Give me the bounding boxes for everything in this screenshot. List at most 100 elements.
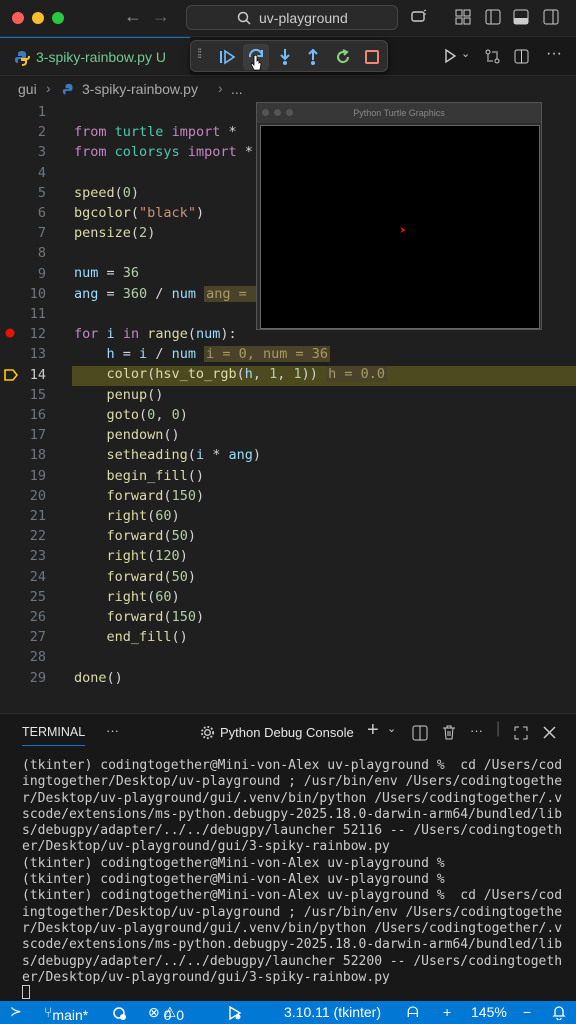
chevron-down-icon[interactable]: ⌄ (461, 47, 470, 60)
code-line-9: num = 36 (74, 265, 140, 281)
turtle-window-title: Python Turtle Graphics (353, 108, 445, 118)
drag-handle-icon[interactable]: ⁞⁞ (197, 46, 202, 61)
panel-tab-bar: TERMINAL ··· Python Debug Console + ⌄ ··… (0, 714, 576, 750)
continue-icon[interactable] (217, 47, 237, 67)
tab-filename: 3-spiky-rainbow.py (36, 49, 152, 65)
terminal-line: (tkinter) codingtogether@Mini-von-Alex u… (22, 888, 563, 904)
chevron-right-icon: › (46, 80, 51, 96)
zoom-out-button[interactable]: − (523, 1004, 531, 1020)
code-line-29: done() (74, 670, 123, 686)
code-line-19: begin_fill() (106, 468, 205, 484)
line-number: 17 (29, 427, 46, 444)
line-number: 8 (37, 245, 46, 262)
close-icon[interactable] (542, 725, 557, 740)
code-line-2: from turtle import * (74, 124, 237, 140)
split-editor-icon[interactable] (513, 48, 530, 65)
breadcrumb-folder[interactable]: gui (18, 81, 37, 97)
branch-name: main* (52, 1007, 89, 1023)
terminal-line: er/Desktop/uv-playground/gui/3-spiky-rai… (22, 839, 390, 855)
line-number: 18 (29, 447, 46, 464)
code-line-26: forward(150) (106, 609, 205, 625)
code-line-12: for i in range(num): (74, 326, 237, 342)
search-text: uv-playground (259, 10, 348, 26)
close-window-button[interactable] (12, 12, 24, 24)
chevron-down-icon[interactable]: ⌄ (387, 722, 396, 735)
back-arrow-icon[interactable]: ← (124, 6, 142, 27)
chevron-right-icon: › (218, 80, 223, 96)
breadcrumb-file[interactable]: 3-spiky-rainbow.py (82, 81, 198, 97)
command-center-search[interactable]: uv-playground (186, 5, 398, 30)
problems-status[interactable]: ⊗ 0 ⚠ 0 (148, 1004, 184, 1023)
minimize-window-button[interactable] (32, 12, 44, 24)
line-number: 9 (37, 265, 46, 282)
compare-icon[interactable] (484, 48, 501, 65)
line-number: 27 (29, 629, 46, 646)
remote-icon[interactable]: ≻ (10, 1003, 22, 1020)
code-line-6: bgcolor("black") (74, 205, 205, 221)
split-terminal-icon[interactable] (412, 725, 428, 741)
turtle-cursor-icon (400, 227, 406, 233)
code-line-16: goto(0, 0) (106, 407, 188, 423)
trash-icon[interactable] (441, 724, 457, 740)
copilot-status-icon[interactable]: ᗩ (407, 1004, 419, 1021)
code-line-21: right(60) (106, 508, 180, 524)
sidebar-left-icon[interactable] (484, 8, 502, 26)
code-line-20: forward(150) (106, 488, 205, 504)
code-line-23: right(120) (106, 548, 188, 564)
turtle-canvas[interactable] (260, 125, 540, 329)
line-number: 4 (37, 164, 46, 181)
terminal-line: (tkinter) codingtogether@Mini-von-Alex u… (22, 855, 445, 871)
code-line-7: pensize(2) (74, 225, 156, 241)
line-number: 15 (29, 386, 46, 403)
terminal-line: r/Desktop/uv-playground/gui/.venv/bin/py… (22, 790, 563, 806)
zoom-window-button[interactable] (52, 12, 64, 24)
branch-status[interactable]: ⑂ main* (44, 1004, 88, 1023)
terminal-output[interactable]: (tkinter) codingtogether@Mini-von-Alex u… (22, 758, 562, 986)
line-number: 6 (37, 205, 46, 221)
zoom-in-button[interactable]: + (443, 1004, 451, 1020)
layout-icon[interactable] (454, 8, 472, 26)
inline-value-i-num: i = 0, num = 36 (204, 346, 331, 362)
bell-icon[interactable] (552, 1005, 566, 1020)
turtle-graphics-window[interactable]: Python Turtle Graphics (256, 102, 542, 330)
terminal-selector[interactable]: Python Debug Console (220, 725, 354, 740)
more-icon[interactable]: ··· (470, 723, 483, 738)
line-number: 7 (37, 225, 46, 242)
run-icon[interactable] (442, 48, 458, 64)
warning-count: 0 (176, 1007, 184, 1023)
panel-bottom-icon[interactable] (512, 8, 530, 26)
maximize-icon[interactable] (513, 725, 529, 741)
restart-icon[interactable] (333, 47, 353, 67)
code-line-22: forward(50) (106, 528, 196, 544)
terminal-line: scode/extensions/ms-python.debugpy-2025.… (22, 937, 563, 953)
zoom-level[interactable]: 145% (471, 1004, 507, 1020)
debug-icon[interactable] (227, 1005, 243, 1021)
tab-3-spiky-rainbow[interactable]: 3-spiky-rainbow.py U (0, 37, 190, 75)
forward-arrow-icon[interactable]: → (152, 6, 170, 27)
terminal-line: ingtogether/Desktop/uv-playground ; /usr… (22, 904, 563, 920)
terminal-line: er/Desktop/uv-playground/gui/3-spiky-rai… (22, 969, 390, 985)
tab-terminal[interactable]: TERMINAL (22, 725, 86, 746)
sync-icon[interactable] (111, 1005, 127, 1021)
code-line-17: pendown() (106, 427, 180, 443)
copilot-icon[interactable] (410, 8, 428, 26)
line-number: 22 (29, 528, 46, 545)
breakpoint-icon[interactable] (5, 328, 15, 338)
code-line-25: right(60) (106, 589, 180, 605)
stop-icon[interactable] (362, 47, 382, 67)
error-count: 0 (163, 1007, 172, 1023)
line-number: 11 (29, 306, 46, 322)
python-file-icon (62, 83, 73, 95)
code-line-27: end_fill() (106, 629, 188, 645)
more-icon[interactable]: ··· (546, 45, 562, 63)
inline-value-h: h = 0.0 (326, 366, 387, 382)
step-out-icon[interactable] (303, 47, 323, 67)
step-into-icon[interactable] (275, 47, 295, 67)
panel-more-icon[interactable]: ··· (106, 723, 119, 738)
turtle-window-titlebar[interactable]: Python Turtle Graphics (257, 103, 541, 123)
terminal-line: s/debugpy/adapter/../../debugpy/launcher… (22, 823, 563, 839)
breadcrumb-more[interactable]: ... (231, 81, 243, 97)
python-interpreter[interactable]: 3.10.11 (tkinter) (284, 1004, 381, 1020)
plus-icon[interactable]: + (367, 719, 379, 742)
sidebar-right-icon[interactable] (542, 8, 560, 26)
